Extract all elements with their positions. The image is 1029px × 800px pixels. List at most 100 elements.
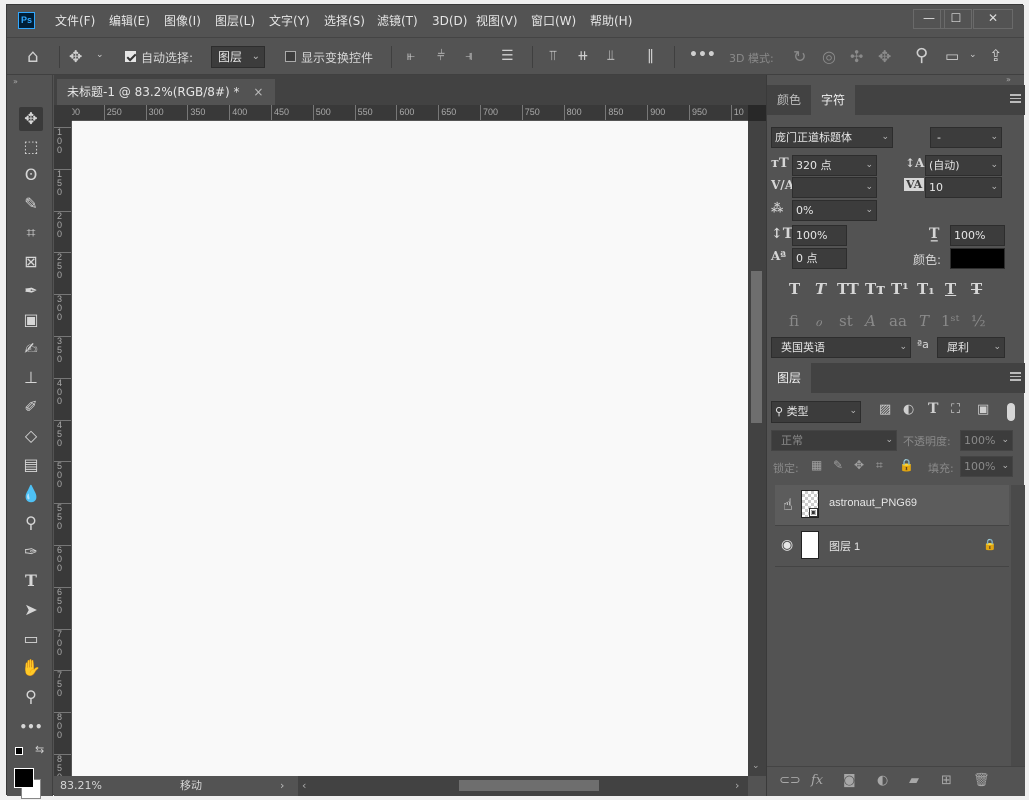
opacity-field[interactable]: 100% ⌄ — [960, 430, 1013, 451]
scroll-left-icon[interactable]: ‹ — [302, 776, 306, 796]
superscript-icon[interactable]: T¹ — [891, 280, 909, 298]
tsume-field[interactable]: 0% ⌄ — [792, 200, 877, 221]
zoom-level[interactable]: 83.21% — [60, 776, 102, 796]
font-size-field[interactable]: 320 点 ⌄ — [792, 155, 877, 176]
delete-layer-icon[interactable]: 🗑 — [973, 773, 990, 788]
layer-name[interactable]: 图层 1 — [829, 538, 860, 554]
filter-type-icon[interactable]: T — [928, 401, 938, 417]
3d-roll-icon[interactable]: ◎ — [822, 47, 836, 66]
move-tool-icon[interactable]: ✥ — [19, 107, 43, 131]
filter-adjustment-icon[interactable]: ◐ — [903, 402, 914, 417]
dodge-tool-icon[interactable]: ⚲ — [19, 511, 43, 535]
link-layers-icon[interactable]: ⊂⊃ — [779, 773, 801, 788]
swash-icon[interactable]: A — [865, 312, 876, 330]
chevron-down-icon[interactable]: ⌄ — [96, 50, 104, 60]
status-expand-icon[interactable]: › — [280, 776, 284, 796]
3d-pan-icon[interactable]: ✣ — [850, 47, 863, 66]
menu-image[interactable]: 图像(I) — [164, 5, 201, 37]
eraser-tool-icon[interactable]: ◇ — [19, 424, 43, 448]
blur-tool-icon[interactable]: 💧 — [19, 482, 43, 506]
zoom-tool-icon[interactable]: ⚲ — [19, 685, 43, 709]
layer-thumbnail[interactable] — [801, 531, 819, 559]
more-options-icon[interactable]: ••• — [689, 47, 716, 63]
menu-filter[interactable]: 滤镜(T) — [377, 5, 418, 37]
strikethrough-icon[interactable]: T — [971, 280, 982, 298]
ruler-origin[interactable] — [54, 105, 72, 121]
maximize-button[interactable]: ☐ — [940, 9, 972, 29]
history-brush-tool-icon[interactable]: ✐ — [19, 395, 43, 419]
stamp-tool-icon[interactable]: ⊥ — [19, 366, 43, 390]
all-caps-icon[interactable]: TT — [837, 280, 859, 298]
distribute-horizontal-icon[interactable]: ‖ — [647, 48, 654, 64]
rectangle-tool-icon[interactable]: ▭ — [19, 627, 43, 651]
menu-edit[interactable]: 编辑(E) — [109, 5, 150, 37]
align-top-icon[interactable]: ⫪ — [549, 48, 557, 64]
3d-slide-icon[interactable]: ✥ — [878, 47, 891, 66]
fill-field[interactable]: 100% ⌄ — [960, 456, 1013, 477]
discretionary-ligatures-icon[interactable]: st — [839, 312, 853, 330]
ligatures-icon[interactable]: fi — [789, 312, 799, 330]
menu-layer[interactable]: 图层(L) — [215, 5, 255, 37]
layer-row[interactable]: ☝ ▣ astronaut_PNG69 — [775, 485, 1009, 525]
antialias-select[interactable]: 犀利 ⌄ — [937, 337, 1005, 358]
tracking-field[interactable]: 10 ⌄ — [925, 177, 1002, 198]
eye-visibility-icon[interactable]: ◉ — [781, 537, 793, 553]
lock-all-icon[interactable]: 🔒 — [899, 458, 914, 472]
menu-window[interactable]: 窗口(W) — [531, 5, 576, 37]
vertical-ruler[interactable]: 1 0 0 1 5 0 2 0 0 2 5 0 3 0 0 3 5 0 4 0 0 4 5 0… — [54, 121, 72, 776]
collapse-panels-icon[interactable]: » — [1006, 75, 1011, 84]
scroll-down-icon[interactable]: ⌄ — [752, 761, 760, 771]
filter-shape-icon[interactable]: ⛶ — [951, 402, 960, 417]
panel-menu-icon[interactable] — [1010, 94, 1021, 103]
menu-type[interactable]: 文字(Y) — [269, 5, 310, 37]
swap-colors-icon[interactable]: ⇆ — [35, 743, 44, 756]
crop-tool-icon[interactable]: ⌗ — [19, 221, 43, 245]
close-tab-icon[interactable]: × — [253, 85, 263, 99]
lock-position-icon[interactable]: ✥ — [854, 458, 864, 472]
underline-icon[interactable]: T — [945, 280, 956, 298]
horizontal-scroll-thumb[interactable] — [459, 780, 599, 791]
new-layer-icon[interactable]: ⊞ — [941, 773, 952, 788]
lasso-tool-icon[interactable]: ʘ — [19, 163, 43, 187]
auto-select-checkbox[interactable] — [125, 51, 136, 62]
ordinals-icon[interactable]: 1ˢᵗ — [941, 312, 959, 330]
horizontal-scale-field[interactable]: 100% — [950, 225, 1005, 246]
foreground-color-swatch[interactable] — [14, 768, 34, 788]
lock-artboard-icon[interactable]: ⌗ — [876, 458, 883, 473]
document-canvas[interactable] — [72, 121, 748, 776]
faux-bold-icon[interactable]: T — [789, 280, 800, 298]
leading-field[interactable]: (自动) ⌄ — [925, 155, 1002, 176]
vertical-scroll-thumb[interactable] — [751, 271, 762, 423]
tab-layers[interactable]: 图层 — [767, 363, 812, 393]
expand-panel-icon[interactable]: » — [13, 77, 18, 86]
align-bottom-icon[interactable]: ⫫ — [607, 48, 615, 64]
horizontal-scrollbar[interactable]: ‹ › — [298, 776, 748, 796]
layers-scrollbar[interactable] — [1011, 485, 1025, 766]
auto-select-dropdown[interactable]: 图层 ⌄ — [211, 46, 265, 68]
edit-toolbar-icon[interactable]: ••• — [19, 715, 43, 739]
healing-tool-icon[interactable]: ▣ — [19, 308, 43, 332]
filter-toggle[interactable] — [1007, 403, 1015, 421]
hand-tool-icon[interactable]: ✋ — [19, 656, 43, 680]
close-button[interactable]: ✕ — [973, 9, 1013, 29]
menu-help[interactable]: 帮助(H) — [590, 5, 632, 37]
path-select-tool-icon[interactable]: ➤ — [19, 598, 43, 622]
canvas-viewport[interactable] — [72, 121, 748, 776]
lock-pixels-icon[interactable]: ✎ — [833, 458, 843, 472]
search-icon[interactable]: ⚲ — [915, 45, 928, 66]
align-vcenter-icon[interactable]: ⧺ — [577, 48, 589, 64]
brush-tool-icon[interactable]: ✍ — [19, 337, 43, 361]
add-mask-icon[interactable]: ◙ — [843, 773, 856, 788]
pen-tool-icon[interactable]: ✑ — [19, 540, 43, 564]
faux-italic-icon[interactable]: T — [815, 280, 826, 298]
layer-name[interactable]: astronaut_PNG69 — [829, 497, 917, 509]
text-color-swatch[interactable] — [950, 248, 1005, 269]
fractions-icon[interactable]: ½ — [971, 312, 986, 330]
vertical-scrollbar[interactable]: ⌄ — [748, 121, 766, 776]
default-colors-icon[interactable] — [15, 747, 23, 755]
tab-color[interactable]: 颜色 — [767, 85, 811, 115]
menu-file[interactable]: 文件(F) — [55, 5, 95, 37]
horizontal-ruler[interactable]: 200 250 300 350 400 450 500 550 600 650 700 750 800 8… — [72, 105, 748, 121]
language-select[interactable]: 英国英语 ⌄ — [771, 337, 911, 358]
workspace-icon[interactable]: ▭ — [945, 47, 959, 65]
